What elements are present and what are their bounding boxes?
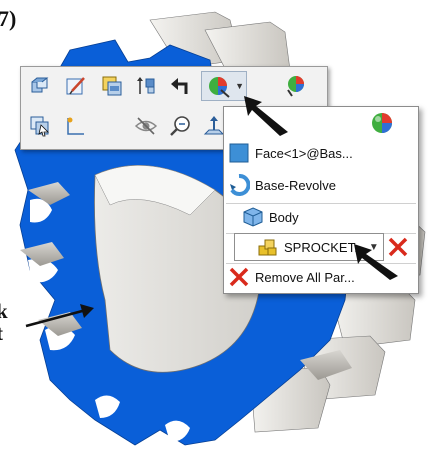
callout-arrow: [25, 304, 94, 328]
zoom-to-selection-icon[interactable]: [167, 113, 193, 139]
step-label: 7): [0, 6, 17, 31]
view-orientation-icon[interactable]: [27, 73, 53, 99]
pointer-arrow-sprocket: [354, 244, 398, 280]
rollback-icon[interactable]: [133, 73, 159, 99]
callout-text-line-2: t: [0, 322, 3, 345]
face-icon: [228, 142, 250, 164]
appearance-ball-icon: [370, 111, 394, 140]
menu-item-base-revolve-label: Base-Revolve: [255, 177, 336, 193]
appearances-icon: [209, 77, 230, 98]
sketch-grid-icon[interactable]: [63, 113, 89, 139]
menu-item-face-label: Face<1>@Bas...: [255, 145, 353, 161]
menu-item-face[interactable]: Face<1>@Bas...: [228, 139, 414, 167]
hide-icon[interactable]: [133, 113, 159, 139]
edit-feature-icon[interactable]: [99, 73, 125, 99]
edit-sketch-icon[interactable]: [63, 73, 89, 99]
menu-item-body-label: Body: [269, 209, 299, 225]
select-other-icon[interactable]: [27, 113, 53, 139]
remove-icon: [228, 266, 250, 288]
menu-item-base-revolve[interactable]: Base-Revolve: [228, 171, 414, 199]
menu-item-body[interactable]: Body: [242, 203, 428, 231]
part-icon: [257, 236, 279, 258]
appearance-dropdown-icon[interactable]: ▼: [235, 81, 244, 91]
body-cube-icon: [242, 206, 264, 228]
menu-item-remove-all-label: Remove All Par...: [255, 269, 355, 285]
go-to-parent-icon[interactable]: [167, 73, 193, 99]
pointer-arrow-appearances: [244, 96, 288, 136]
revolve-icon: [228, 174, 250, 196]
callout-text-line-1: k: [0, 299, 8, 323]
